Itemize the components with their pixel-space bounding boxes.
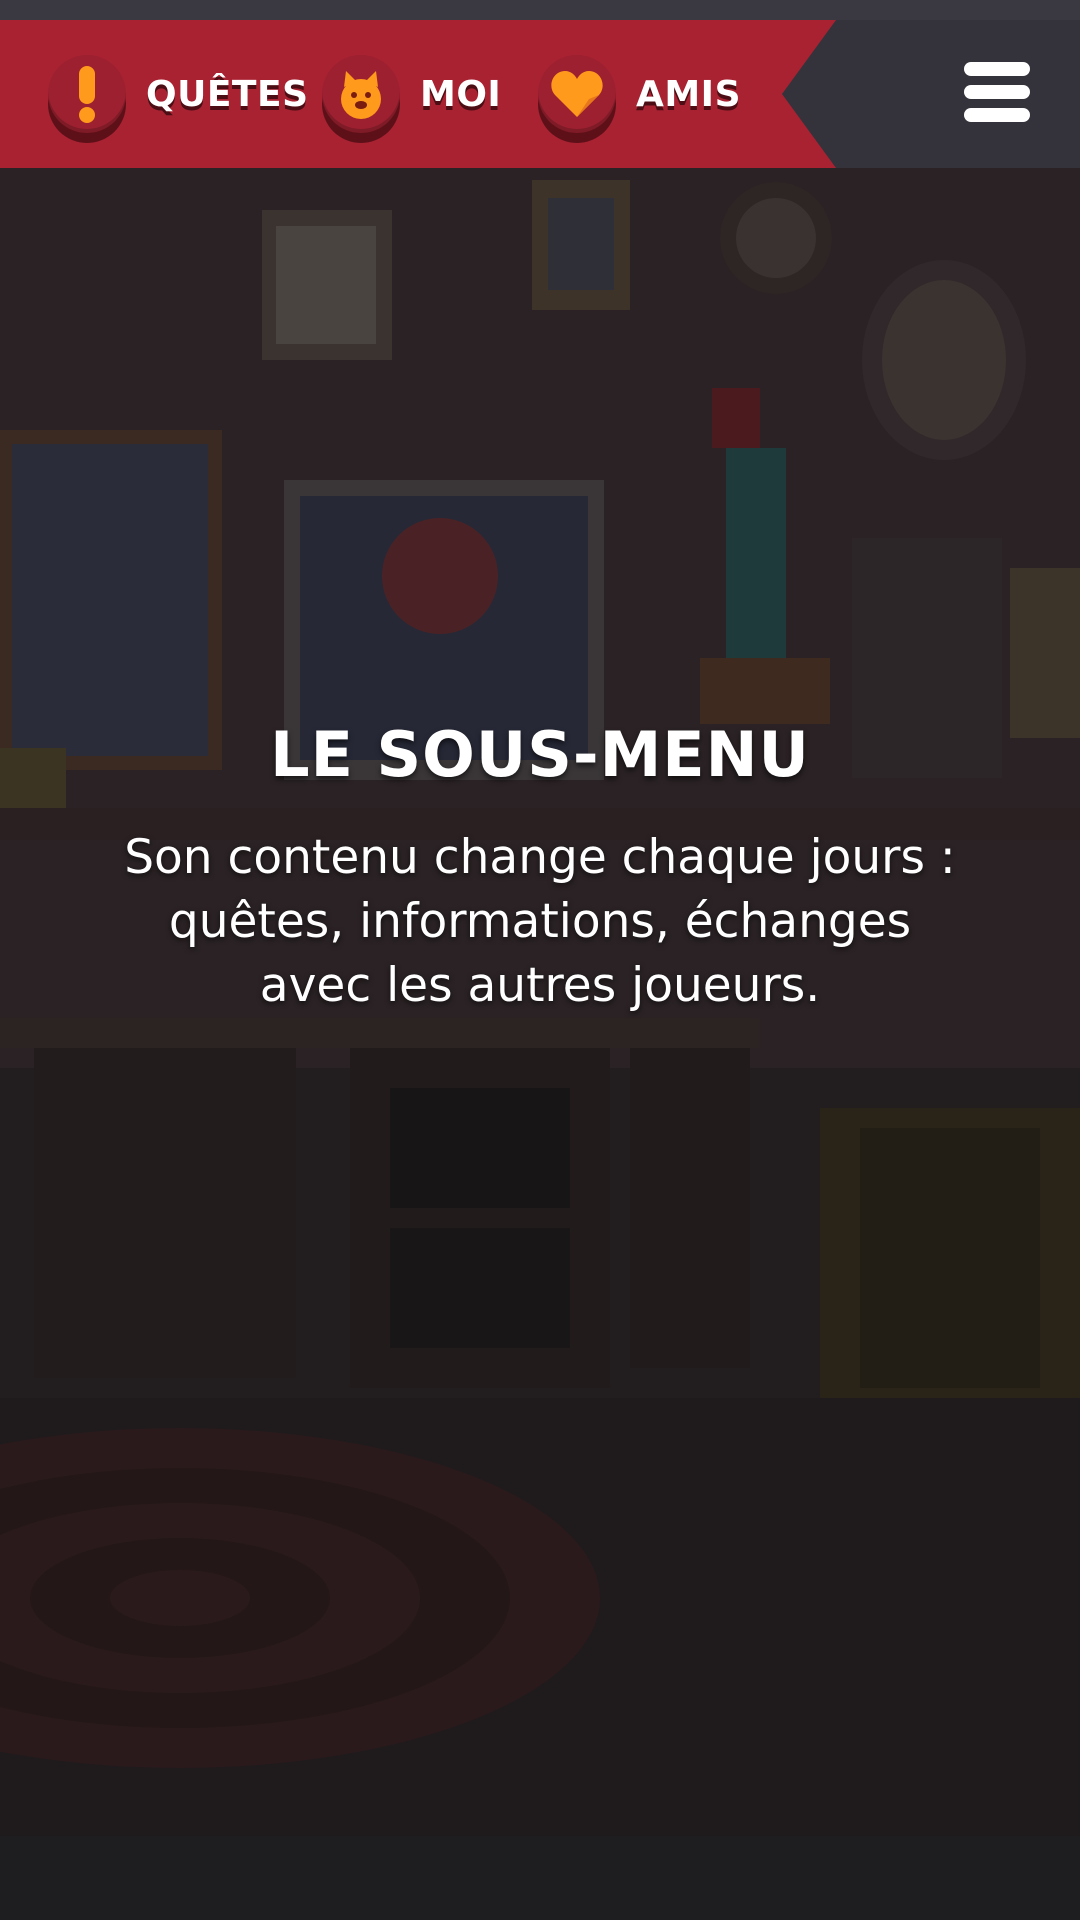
tab-moi-label: MOI	[420, 73, 502, 115]
tab-quetes[interactable]: QUÊTES	[48, 20, 309, 168]
bottom-area	[0, 1836, 1080, 1920]
exclamation-icon	[79, 66, 95, 123]
overlay-description: Son contenu change chaque jours : quêtes…	[124, 830, 956, 1013]
hamburger-menu-button[interactable]	[964, 62, 1030, 122]
tab-quetes-badge	[48, 55, 126, 133]
tab-moi[interactable]: MOI	[322, 20, 501, 168]
tab-amis[interactable]: AMIS	[538, 20, 741, 168]
tab-quetes-label: QUÊTES	[146, 73, 309, 115]
status-strip	[0, 0, 1080, 20]
creature-face-icon	[341, 71, 381, 119]
tab-moi-badge	[322, 55, 400, 133]
tab-amis-badge	[538, 55, 616, 133]
tab-amis-label: AMIS	[636, 73, 742, 115]
overlay-title: LE SOUS-MENU	[270, 718, 810, 791]
heart-icon	[551, 71, 603, 117]
